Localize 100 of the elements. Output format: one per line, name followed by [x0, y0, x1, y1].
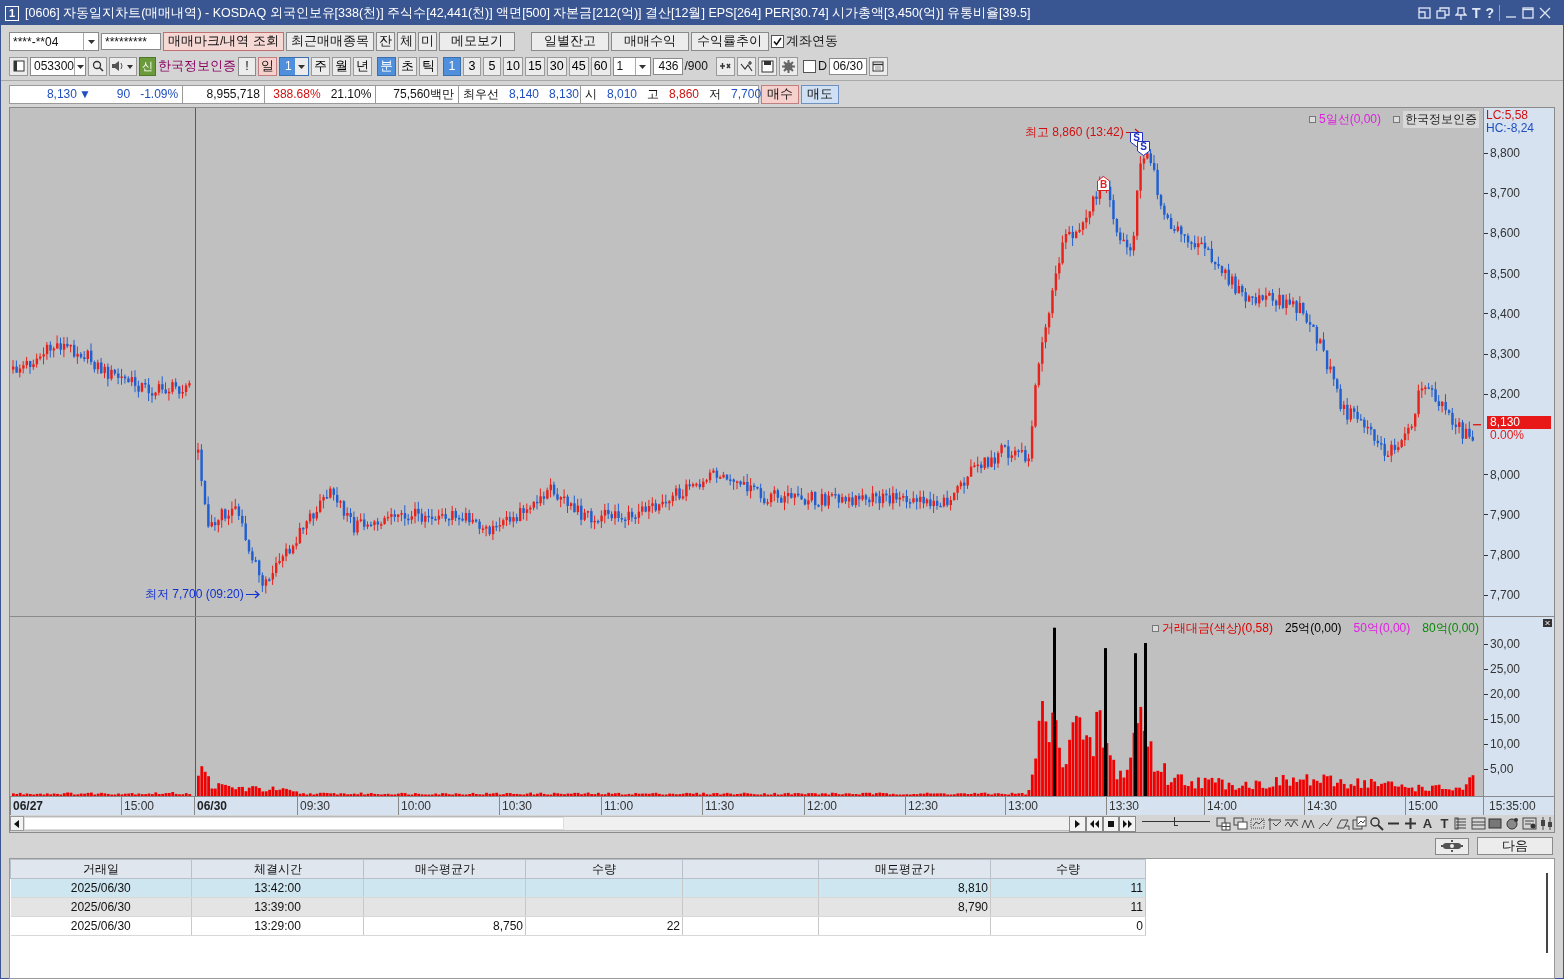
dotted-box-icon[interactable]	[1249, 816, 1265, 831]
checkbox[interactable]	[802, 59, 816, 73]
dropdown-arrow-icon[interactable]	[297, 62, 306, 70]
title-tool-button[interactable]: T	[1471, 5, 1481, 21]
toolbar-button[interactable]: 체	[396, 32, 416, 51]
next-button[interactable]: 다음	[1477, 837, 1553, 855]
stock-code-field[interactable]: 053300	[30, 56, 86, 76]
period-tab[interactable]: 틱	[419, 56, 438, 76]
table-icon[interactable]	[1470, 816, 1486, 831]
settings-list-icon[interactable]	[1521, 816, 1537, 831]
password-field[interactable]: *********	[101, 33, 161, 50]
dropdown-arrow-icon[interactable]	[638, 62, 648, 70]
calendar-button[interactable]	[868, 56, 888, 76]
stop-button[interactable]	[1102, 815, 1120, 832]
quote-value: 시	[585, 85, 597, 103]
scroll-left-button[interactable]	[10, 816, 24, 831]
interval-select[interactable]: 1	[612, 56, 651, 76]
list-icon[interactable]	[1453, 816, 1469, 831]
table-row[interactable]: 2025/06/30 13:42:00 8,810 11	[10, 878, 1146, 898]
toolbar-button[interactable]: 매매마크/내역 조회	[163, 32, 284, 51]
toolbar-button[interactable]: 잔	[375, 32, 395, 51]
day-button[interactable]: 일	[258, 56, 277, 76]
column-header: 체결시간	[191, 859, 364, 879]
period-tab[interactable]: 초	[398, 56, 417, 76]
chart-line-button[interactable]	[736, 56, 756, 76]
speaker-button[interactable]	[109, 56, 137, 76]
interval-tab[interactable]: 15	[524, 56, 545, 76]
pin-icon[interactable]	[1454, 6, 1467, 20]
interval-tab[interactable]: 45	[568, 56, 589, 76]
palette-icon[interactable]	[1504, 816, 1520, 831]
crosshair-button[interactable]	[715, 56, 735, 76]
title-tool-button[interactable]: ?	[1485, 5, 1494, 21]
interval-tab[interactable]: 3	[463, 56, 481, 76]
search-button[interactable]	[88, 56, 107, 76]
dropdown-arrow-icon[interactable]	[86, 38, 96, 45]
legend-label: 50억(0,00)	[1353, 620, 1411, 637]
save-button[interactable]	[757, 56, 777, 76]
scroll-thumb[interactable]	[23, 817, 564, 830]
layout-button[interactable]	[9, 56, 28, 76]
report-button[interactable]: 수익률추이	[690, 32, 769, 51]
legend-label: 거래대금(색상)(0,58)	[1161, 620, 1273, 637]
table-row[interactable]: 2025/06/30 13:29:00 8,750 22 0	[10, 916, 1146, 936]
axis-label: 8,700	[1490, 186, 1521, 201]
windows-icon[interactable]	[1232, 816, 1248, 831]
search-icon[interactable]	[1368, 816, 1384, 831]
fast-forward-button[interactable]	[1119, 815, 1137, 832]
quote-value: 최우선	[463, 85, 499, 103]
play-button[interactable]	[1068, 815, 1086, 832]
text-tool-button[interactable]: T	[1436, 816, 1452, 831]
interval-tab[interactable]: 5	[483, 56, 501, 76]
axis-label: 8,500	[1490, 266, 1521, 281]
period-tab[interactable]: 주	[311, 56, 330, 76]
period-tab[interactable]: 년	[353, 56, 372, 76]
chart-window-icon[interactable]	[1351, 816, 1367, 831]
rewind-button[interactable]	[1085, 815, 1103, 832]
account-field[interactable]: ****-**04	[9, 32, 99, 51]
axis-label: 15,00	[1490, 712, 1521, 726]
settings-button[interactable]	[778, 56, 798, 76]
window-grid-icon[interactable]	[1215, 816, 1231, 831]
interval-tab[interactable]: 10	[503, 56, 523, 76]
report-button[interactable]: 일별잔고	[530, 32, 609, 51]
maximize-icon[interactable]	[1522, 7, 1534, 19]
alert-button[interactable]: !	[238, 56, 256, 76]
legend-toggle[interactable]	[1393, 116, 1400, 123]
trend-line-icon[interactable]	[1317, 816, 1333, 831]
close-icon[interactable]	[1539, 7, 1551, 19]
period-tab[interactable]: 월	[332, 56, 351, 76]
date-field[interactable]: 06/30	[828, 57, 867, 75]
interval-tab[interactable]: 60	[590, 56, 611, 76]
table-cell: 13:29:00	[191, 916, 364, 936]
legend-toggle[interactable]	[1151, 625, 1159, 632]
report-button[interactable]: 매매수익	[610, 32, 689, 51]
interval-tab[interactable]: 30	[546, 56, 567, 76]
rectangle-icon[interactable]	[1487, 816, 1503, 831]
close-panel-icon[interactable]	[1543, 619, 1552, 627]
bar-count-field[interactable]: 436	[652, 57, 683, 75]
text-tool-button[interactable]: A	[1419, 816, 1435, 831]
toolbar-button[interactable]: 미	[417, 32, 437, 51]
calendar-icon	[872, 60, 885, 72]
legend-label: 5일선(0,00)	[1318, 111, 1381, 128]
settings-button[interactable]	[1435, 837, 1469, 855]
buy-button[interactable]: 매수	[761, 84, 799, 104]
window-title: [0606] 자동일지차트(매매내역) - KOSDAQ 외국인보유[338(천)] 주식수[42,441(천)] 액면[500] 자본금[212(억)] 결산[12월] EPS[264] PER[30.74] 시가총액[3,450(억)] 유통비율[39.5]	[25, 4, 1031, 22]
sell-button[interactable]: 매도	[801, 84, 839, 104]
checkbox[interactable]	[770, 35, 784, 48]
table-row[interactable]: 2025/06/30 13:39:00 8,790 11	[10, 897, 1146, 917]
shape-icon[interactable]	[1334, 816, 1350, 831]
toolbar-button[interactable]: 메모보기	[438, 32, 515, 51]
legend-toggle[interactable]	[1308, 116, 1316, 123]
table-cell: 2025/06/30	[10, 916, 192, 936]
windows-icon[interactable]	[1435, 7, 1450, 19]
legend-label: 80억(0,00)	[1422, 620, 1479, 637]
candle-icon[interactable]	[1538, 816, 1554, 831]
fast-forward-icon	[1122, 818, 1134, 829]
zoom-in-icon[interactable]	[1402, 816, 1418, 831]
dropdown-arrow-icon[interactable]	[75, 62, 85, 70]
quote-value: 75,560백만	[393, 85, 454, 103]
toolbar-button[interactable]: 최근매매종목	[285, 32, 374, 51]
restore-layout-icon[interactable]	[1417, 7, 1431, 19]
cursor-line-icon[interactable]	[1266, 816, 1282, 831]
